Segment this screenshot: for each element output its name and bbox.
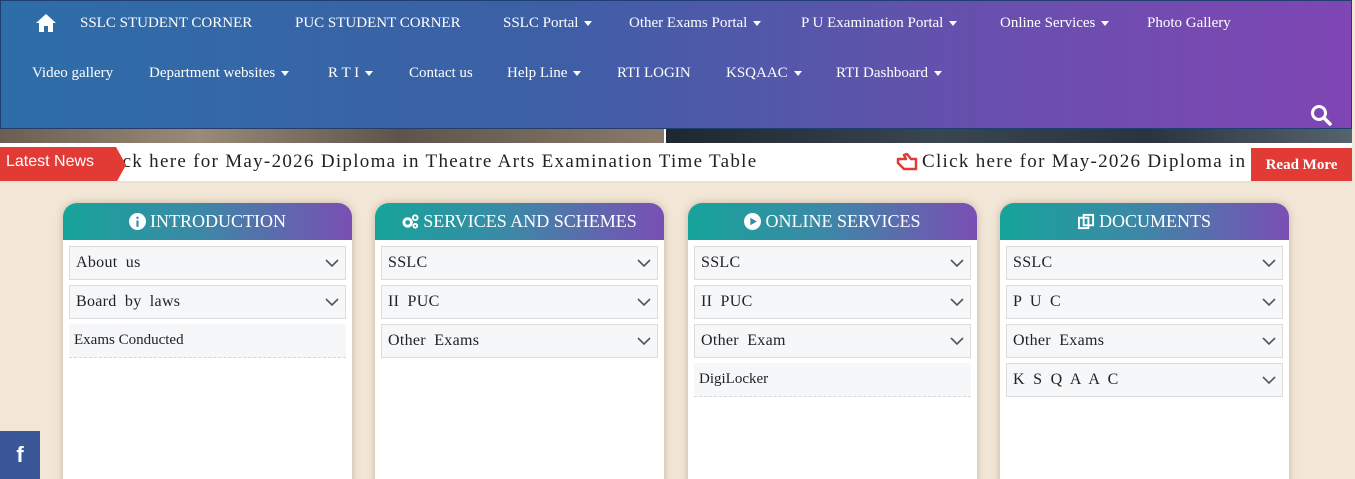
accordion-item-about-us[interactable]: About us (69, 246, 346, 280)
nav-row-1: SSLC STUDENT CORNER PUC STUDENT CORNER S… (1, 1, 1351, 47)
accordion-item-sslc[interactable]: SSLC (1006, 246, 1283, 280)
caret-down-icon (365, 71, 374, 76)
accordion-item-ksqaac[interactable]: K S Q A A C (1006, 363, 1283, 397)
chevron-down-icon (637, 298, 651, 307)
read-more-button[interactable]: Read More (1251, 148, 1352, 181)
facebook-icon: f (16, 442, 24, 467)
card-services-and-schemes: SERVICES AND SCHEMES SSLC II PUC Other E… (375, 203, 664, 479)
ticker-link[interactable]: Click here for May-2026 Diploma in Theat… (896, 151, 1252, 173)
accordion-item-ii-puc[interactable]: II PUC (694, 285, 971, 319)
ticker-link[interactable]: ick here for May-2026 Diploma in Theatre… (116, 151, 757, 173)
ticker-marquee: ick here for May-2026 Diploma in Theatre… (116, 151, 1252, 179)
chevron-down-icon (325, 298, 339, 307)
card-accordion: SSLC II PUC Other Exam DigiLocker (688, 240, 977, 397)
nav-item-puc-student-corner[interactable]: PUC STUDENT CORNER (295, 15, 461, 32)
info-icon (129, 213, 146, 230)
caret-down-icon (573, 71, 582, 76)
nav-item-sslc-student-corner[interactable]: SSLC STUDENT CORNER (80, 15, 252, 32)
nav-item-ksqaac[interactable]: KSQAAC (726, 65, 802, 82)
nav-item-sslc-portal[interactable]: SSLC Portal (503, 15, 593, 32)
nav-item-rti-dashboard[interactable]: RTI Dashboard (836, 65, 942, 82)
accordion-item-sslc[interactable]: SSLC (694, 246, 971, 280)
card-header: INTRODUCTION (63, 203, 352, 240)
link-exams-conducted[interactable]: Exams Conducted (69, 324, 346, 358)
card-accordion: SSLC P U C Other Exams K S Q A A C (1000, 240, 1289, 397)
accordion-item-ii-puc[interactable]: II PUC (381, 285, 658, 319)
accordion-item-board-by-laws[interactable]: Board by laws (69, 285, 346, 319)
nav-item-pu-examination-portal[interactable]: P U Examination Portal (801, 15, 958, 32)
news-ticker: Latest News ick here for May-2026 Diplom… (0, 143, 1352, 183)
caret-down-icon (584, 21, 593, 26)
cogs-icon (402, 214, 419, 229)
caret-down-icon (949, 21, 958, 26)
chevron-down-icon (1262, 337, 1276, 346)
nav-item-help-line[interactable]: Help Line (507, 65, 582, 82)
link-digilocker[interactable]: DigiLocker (694, 363, 971, 397)
nav-item-department-websites[interactable]: Department websites (149, 65, 290, 82)
nav-row-2: Video gallery Department websites R T I … (1, 51, 1351, 97)
facebook-button[interactable]: f (0, 431, 40, 479)
nav-item-rti[interactable]: R T I (328, 65, 374, 82)
accordion-item-other-exams[interactable]: Other Exams (1006, 324, 1283, 358)
nav-item-online-services[interactable]: Online Services (1000, 15, 1110, 32)
banner-image-right (666, 129, 1352, 143)
accordion-item-other-exam[interactable]: Other Exam (694, 324, 971, 358)
caret-down-icon (934, 71, 942, 76)
chevron-down-icon (1262, 259, 1276, 268)
nav-item-contact-us[interactable]: Contact us (409, 65, 473, 82)
caret-down-icon (793, 71, 802, 76)
banner-image-strip (0, 129, 1352, 143)
card-introduction: INTRODUCTION About us Board by laws Exam… (63, 203, 352, 479)
chevron-down-icon (1262, 298, 1276, 307)
accordion-item-sslc[interactable]: SSLC (381, 246, 658, 280)
card-documents: DOCUMENTS SSLC P U C Other Exams K S Q A… (1000, 203, 1289, 479)
caret-down-icon (753, 21, 762, 26)
card-accordion: SSLC II PUC Other Exams (375, 240, 664, 358)
card-header: SERVICES AND SCHEMES (375, 203, 664, 240)
latest-news-label: Latest News (0, 147, 126, 181)
hand-pointing-icon (896, 153, 918, 171)
banner-image-left (0, 129, 664, 143)
card-header: ONLINE SERVICES (688, 203, 977, 240)
nav-item-video-gallery[interactable]: Video gallery (32, 65, 113, 82)
chevron-down-icon (950, 259, 964, 268)
nav-item-rti-login[interactable]: RTI LOGIN (617, 65, 691, 82)
chevron-down-icon (325, 259, 339, 268)
main-navbar: SSLC STUDENT CORNER PUC STUDENT CORNER S… (0, 0, 1352, 129)
caret-down-icon (281, 71, 290, 76)
card-header: DOCUMENTS (1000, 203, 1289, 240)
nav-item-photo-gallery[interactable]: Photo Gallery (1147, 15, 1231, 32)
chevron-down-icon (950, 337, 964, 346)
chevron-down-icon (637, 259, 651, 268)
accordion-item-other-exams[interactable]: Other Exams (381, 324, 658, 358)
card-online-services: ONLINE SERVICES SSLC II PUC Other Exam D… (688, 203, 977, 479)
nav-item-other-exams-portal[interactable]: Other Exams Portal (629, 15, 762, 32)
search-icon[interactable] (1310, 104, 1332, 126)
chevron-down-icon (950, 298, 964, 307)
card-accordion: About us Board by laws Exams Conducted (63, 240, 352, 358)
play-circle-icon (744, 213, 762, 230)
documents-icon (1077, 213, 1095, 230)
chevron-down-icon (1262, 376, 1276, 385)
chevron-down-icon (637, 337, 651, 346)
accordion-item-puc[interactable]: P U C (1006, 285, 1283, 319)
caret-down-icon (1101, 21, 1110, 26)
